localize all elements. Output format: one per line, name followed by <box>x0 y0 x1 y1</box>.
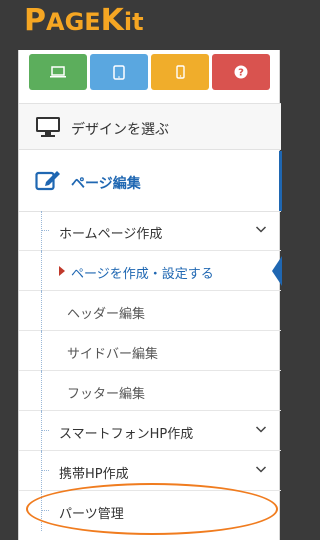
caret-right-icon <box>59 266 65 276</box>
menu-item-create-page[interactable]: ページを作成・設定する <box>19 251 282 291</box>
pagekit-logo[interactable]: PAGEKit <box>24 6 144 36</box>
menu-page-edit-label: ページ編集 <box>71 176 141 192</box>
menu-design-label: デザインを選ぶ <box>71 122 169 138</box>
mobile-icon <box>175 65 185 79</box>
top-bar: PAGEKit <box>0 0 295 50</box>
active-accent-bar <box>279 151 282 211</box>
menu-item-label: フッター編集 <box>67 387 146 402</box>
laptop-button[interactable] <box>29 54 87 90</box>
side-panel: ? デザインを選ぶ ページ編集 ホームページ作成 ページを作成・設定する ヘッダ… <box>18 50 282 540</box>
menu-item-header-edit[interactable]: ヘッダー編集 <box>19 291 281 331</box>
menu-item-label: ヘッダー編集 <box>67 307 146 322</box>
help-icon: ? <box>234 65 248 79</box>
device-switcher: ? <box>29 54 270 90</box>
monitor-icon <box>36 117 60 137</box>
menu-item-label: スマートフォンHP作成 <box>59 427 194 442</box>
chevron-down-icon <box>255 426 267 433</box>
menu-item-sidebar-edit[interactable]: サイドバー編集 <box>19 331 281 371</box>
menu-item-label: 携帯HP作成 <box>59 467 129 482</box>
menu-item-label: パーツ管理 <box>59 507 124 522</box>
menu-design[interactable]: デザインを選ぶ <box>19 103 281 150</box>
svg-text:?: ? <box>238 68 244 79</box>
menu-item-smartphone[interactable]: スマートフォンHP作成 <box>19 411 281 451</box>
menu-page-edit[interactable]: ページ編集 <box>19 151 282 212</box>
menu-item-label: ホームページ作成 <box>59 227 163 242</box>
tablet-button[interactable] <box>90 54 148 90</box>
mobile-button[interactable] <box>151 54 209 90</box>
menu-item-homepage[interactable]: ホームページ作成 <box>19 211 281 251</box>
menu-item-label: ページを作成・設定する <box>71 267 214 282</box>
menu-item-label: サイドバー編集 <box>67 347 159 362</box>
active-notch <box>272 256 282 286</box>
menu-item-parts[interactable]: パーツ管理 <box>19 491 281 531</box>
menu-item-footer-edit[interactable]: フッター編集 <box>19 371 281 411</box>
chevron-down-icon <box>255 466 267 473</box>
chevron-down-icon <box>255 226 267 233</box>
laptop-icon <box>50 66 66 78</box>
menu-item-mobile[interactable]: 携帯HP作成 <box>19 451 281 491</box>
edit-icon <box>35 171 60 191</box>
tablet-icon <box>113 64 125 80</box>
help-button[interactable]: ? <box>212 54 270 90</box>
